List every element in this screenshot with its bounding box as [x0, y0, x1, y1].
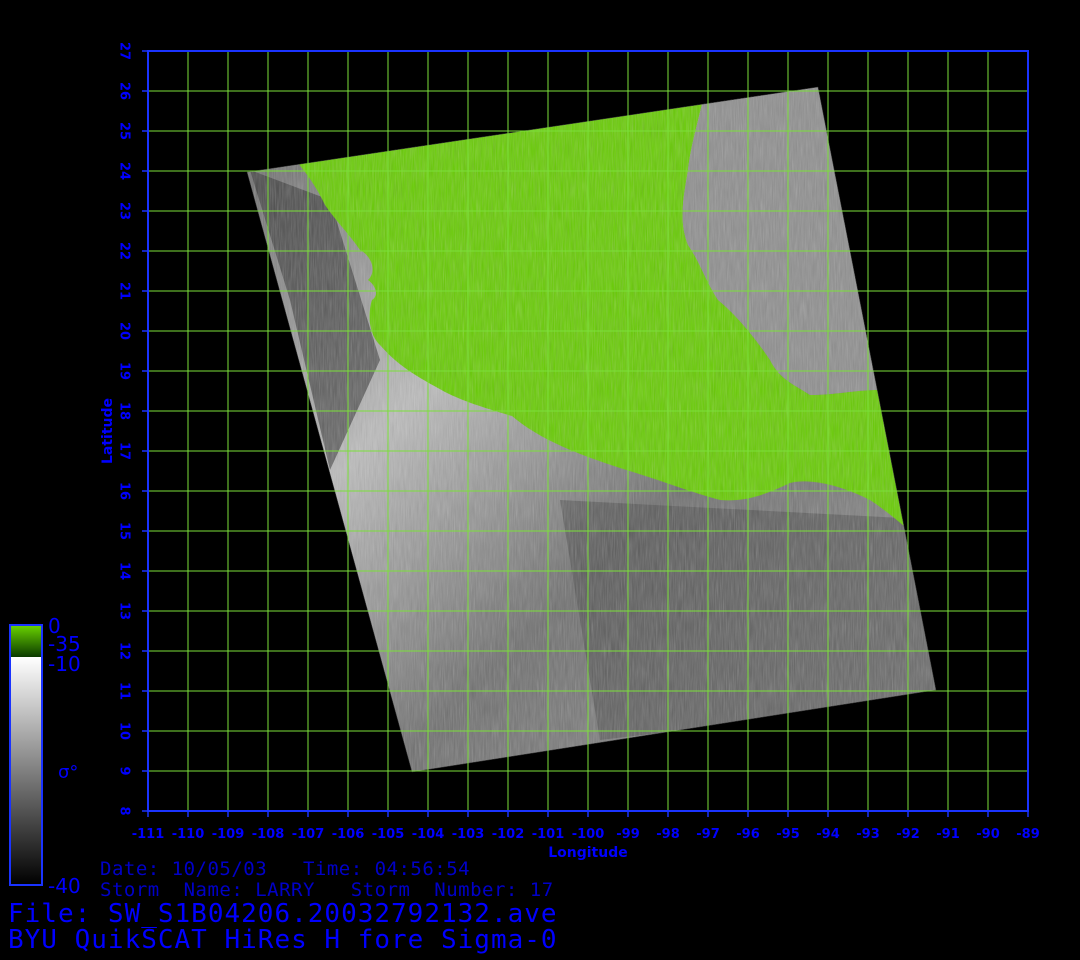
lat-tick-label: 14 — [117, 562, 132, 580]
lat-tick-label: 17 — [117, 442, 132, 460]
colorbar-symbol: σ° — [58, 762, 78, 783]
storm-line: Storm Name: LARRY Storm Number: 17 — [100, 879, 554, 901]
lon-tick-label: -110 — [172, 827, 205, 842]
lon-tick-label: -111 — [132, 827, 165, 842]
lon-tick-label: -94 — [816, 827, 840, 842]
lon-tick-label: -92 — [896, 827, 920, 842]
date-time-line: Date: 10/05/03 Time: 04:56:54 — [100, 858, 471, 880]
lat-tick-label: 15 — [117, 522, 132, 540]
lon-tick-label: -89 — [1016, 827, 1040, 842]
x-axis-label: Longitude — [548, 845, 628, 861]
lat-tick-label: 10 — [117, 722, 132, 740]
lat-tick-label: 20 — [117, 322, 132, 340]
colorbar-ocean-max: -10 — [48, 652, 81, 676]
lat-tick-label: 11 — [117, 682, 132, 700]
lat-lon-grid — [147, 50, 1029, 812]
swath — [247, 87, 936, 772]
lat-tick-label: 23 — [117, 202, 132, 220]
colorbar-ocean-min: -40 — [48, 874, 81, 898]
lon-tick-label: -108 — [252, 827, 285, 842]
lat-tick-label: 13 — [117, 602, 132, 620]
lat-tick-label: 27 — [117, 42, 132, 60]
colorbar-ocean-segment — [10, 657, 42, 885]
swath-texture — [247, 87, 936, 772]
lat-tick-label: 21 — [117, 282, 132, 300]
product-line: BYU QuikSCAT HiRes H fore Sigma-0 — [8, 925, 558, 955]
lon-tick-label: -107 — [292, 827, 325, 842]
lon-tick-label: -100 — [572, 827, 605, 842]
lon-tick-label: -105 — [372, 827, 405, 842]
lon-tick-label: -99 — [616, 827, 640, 842]
lon-tick-label: -103 — [452, 827, 485, 842]
lon-tick-label: -95 — [776, 827, 800, 842]
lat-tick-label: 9 — [117, 766, 132, 775]
lon-tick-label: -102 — [492, 827, 525, 842]
lat-tick-label: 12 — [117, 642, 132, 660]
lat-tick-label: 19 — [117, 362, 132, 380]
lat-tick-label: 16 — [117, 482, 132, 500]
lat-tick-label: 25 — [117, 122, 132, 140]
colorbar-land-segment — [10, 625, 42, 657]
lon-tick-label: -90 — [976, 827, 1000, 842]
lat-tick-label: 18 — [117, 402, 132, 420]
lon-tick-label: -109 — [212, 827, 245, 842]
y-axis-label: Latitude — [100, 398, 116, 464]
lat-tick-label: 26 — [117, 82, 132, 100]
sigma0-map: -111 -110 -109 -108 -107 -106 -105 -104 -103 -102… — [9, 42, 1040, 886]
lon-tick-label: -98 — [656, 827, 680, 842]
lon-tick-label: -91 — [936, 827, 960, 842]
lon-tick-label: -101 — [532, 827, 565, 842]
lat-tick-label: 22 — [117, 242, 132, 260]
lon-tick-label: -96 — [736, 827, 760, 842]
lon-tick-label: -93 — [856, 827, 880, 842]
lon-tick-label: -97 — [696, 827, 720, 842]
lat-tick-label: 24 — [117, 162, 132, 180]
lon-tick-label: -104 — [412, 827, 445, 842]
lat-tick-label: 8 — [117, 806, 132, 815]
lon-tick-label: -106 — [332, 827, 365, 842]
